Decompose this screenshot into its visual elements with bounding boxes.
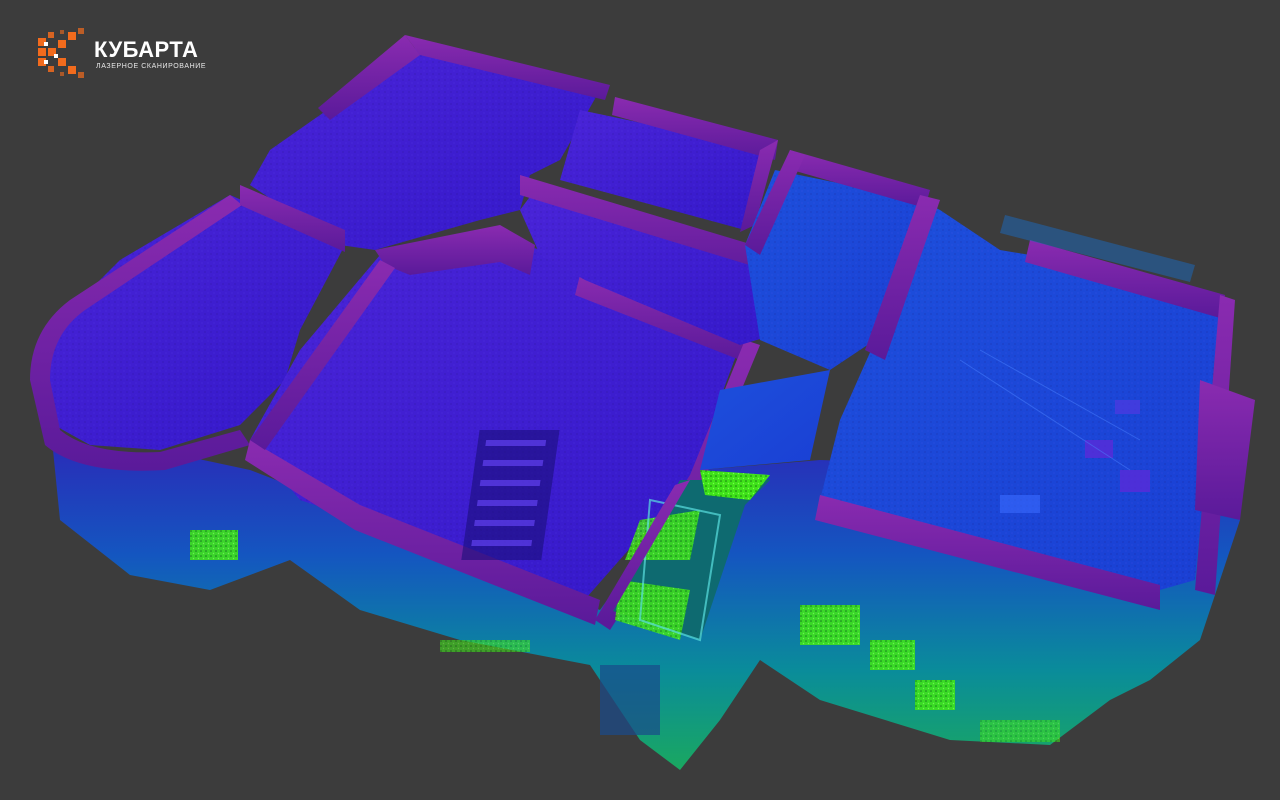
point-cloud-scene bbox=[30, 35, 1255, 770]
brand-logo: КУБАРТА лазерное сканирование bbox=[36, 28, 226, 80]
point-cloud-viewport[interactable]: КУБАРТА лазерное сканирование bbox=[0, 0, 1280, 800]
brand-name: КУБАРТА bbox=[94, 37, 199, 62]
brand-tagline: лазерное сканирование bbox=[96, 63, 207, 70]
kubarta-logo-icon bbox=[38, 28, 84, 78]
